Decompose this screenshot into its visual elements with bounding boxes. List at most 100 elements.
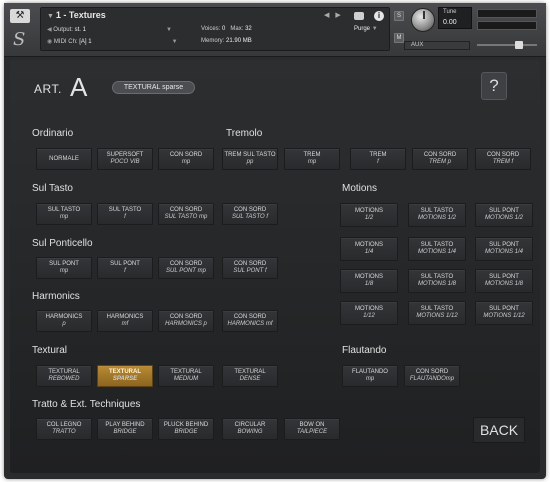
button-sublabel: 1/4 [364, 249, 374, 255]
articulation-button-motions-12[interactable]: SUL PONT MOTIONS 1/12 [475, 301, 533, 325]
button-sublabel: HARMONICS p [165, 321, 207, 327]
articulation-button-sul-ponticello-4[interactable]: CON SORD SUL PONT f [222, 257, 278, 279]
articulation-button-motions-5[interactable]: SUL TASTO MOTIONS 1/4 [408, 237, 466, 261]
button-label: BOW ON [299, 422, 325, 428]
articulation-button-sul-tasto-4[interactable]: CON SORD SUL TASTO f [222, 203, 278, 225]
tune-display: Tune 0.00 [438, 7, 472, 29]
articulation-button-sul-tasto-3[interactable]: CON SORD SUL TASTO mp [158, 203, 214, 225]
button-label: CIRCULAR [234, 422, 266, 428]
button-label: MOTIONS [355, 274, 383, 280]
aux-row[interactable]: AUX [404, 41, 470, 50]
button-sublabel: TRATTO [52, 429, 76, 435]
button-sublabel: 1/2 [364, 215, 374, 221]
articulation-button-ordinario-3[interactable]: CON SORD mp [158, 148, 214, 170]
button-sublabel: mp [59, 214, 69, 220]
button-sublabel: BOWING [237, 429, 263, 435]
wrench-icon[interactable]: ⚒ [10, 9, 30, 23]
button-label: TEXTURAL [109, 369, 141, 375]
articulation-button-textural-4[interactable]: TEXTURAL DENSE [222, 365, 278, 387]
articulation-button-tratto-2[interactable]: PLAY BEHIND BRIDGE [97, 418, 153, 440]
camera-icon[interactable] [354, 12, 364, 20]
articulation-button-tremolo-5[interactable]: CON SORD TREM f [475, 148, 531, 170]
articulation-button-motions-3[interactable]: SUL PONT MOTIONS 1/2 [475, 203, 533, 227]
articulation-button-sul-ponticello-2[interactable]: SUL PONT f [97, 257, 153, 279]
articulation-button-motions-11[interactable]: SUL TASTO MOTIONS 1/12 [408, 301, 466, 325]
articulation-button-sul-ponticello-3[interactable]: CON SORD SUL PONT mp [158, 257, 214, 279]
button-label: SUL PONT [489, 242, 519, 248]
button-sublabel: SPARSE [112, 376, 138, 382]
articulation-button-motions-4[interactable]: MOTIONS 1/4 [340, 237, 398, 261]
articulation-button-textural-1[interactable]: TEXTURAL REBOWED [36, 365, 92, 387]
button-sublabel: POCO VIB [110, 159, 140, 165]
level-meter-left [477, 9, 537, 18]
articulation-button-tremolo-1[interactable]: TREM SUL TASTO pp [222, 148, 278, 170]
articulation-button-motions-9[interactable]: SUL PONT MOTIONS 1/8 [475, 269, 533, 293]
button-label: CON SORD [486, 152, 520, 158]
button-label: SUL PONT [489, 274, 519, 280]
volume-slider[interactable] [477, 40, 537, 50]
articulation-button-tratto-1[interactable]: COL LEGNO TRATTO [36, 418, 92, 440]
midi-channel-selector[interactable]: ◉ MIDI Ch: [A] 1 ▼ [47, 38, 178, 45]
help-button[interactable]: ? [481, 72, 507, 100]
articulation-button-sul-ponticello-1[interactable]: SUL PONT mp [36, 257, 92, 279]
mute-button[interactable]: M [394, 33, 404, 43]
button-label: SUL PONT [489, 208, 519, 214]
purge-menu[interactable]: Purge ▼ [354, 26, 378, 32]
button-label: MOTIONS [355, 242, 383, 248]
articulation-button-textural-2[interactable]: TEXTURAL SPARSE [97, 365, 153, 387]
back-button[interactable]: BACK [473, 417, 525, 443]
button-label: CON SORD [233, 314, 267, 320]
articulation-button-tremolo-2[interactable]: TREM mp [284, 148, 340, 170]
articulation-button-textural-3[interactable]: TEXTURAL MEDIUM [158, 365, 214, 387]
articulation-button-tratto-3[interactable]: PLUCK BEHIND BRIDGE [158, 418, 214, 440]
button-sublabel: MOTIONS 1/8 [417, 281, 456, 287]
articulation-button-motions-7[interactable]: MOTIONS 1/8 [340, 269, 398, 293]
info-icon[interactable]: i [374, 11, 384, 21]
articulation-button-ordinario-2[interactable]: SUPERSOFT POCO VIB [97, 148, 153, 170]
articulation-button-tremolo-3[interactable]: TREM f [350, 148, 406, 170]
articulation-button-motions-1[interactable]: MOTIONS 1/2 [340, 203, 398, 227]
articulation-button-motions-2[interactable]: SUL TASTO MOTIONS 1/2 [408, 203, 466, 227]
button-sublabel: MOTIONS 1/2 [484, 215, 523, 221]
button-label: TEXTURAL [48, 369, 80, 375]
button-label: HARMONICS [106, 314, 144, 320]
articulation-button-flautando-1[interactable]: FLAUTANDO mp [342, 365, 398, 387]
button-sublabel: MOTIONS 1/2 [417, 215, 456, 221]
articulation-button-motions-6[interactable]: SUL PONT MOTIONS 1/4 [475, 237, 533, 261]
button-label: CON SORD [169, 314, 203, 320]
button-label: SUL TASTO [420, 306, 454, 312]
button-label: CON SORD [423, 152, 457, 158]
articulation-button-motions-10[interactable]: MOTIONS 1/12 [340, 301, 398, 325]
articulation-button-flautando-2[interactable]: CON SORD FLAUTANDOmp [404, 365, 460, 387]
instrument-title[interactable]: ▼ 1 - Textures [47, 10, 106, 20]
section-tratto: Tratto & Ext. Techniques [32, 399, 141, 410]
articulation-button-motions-8[interactable]: SUL TASTO MOTIONS 1/8 [408, 269, 466, 293]
output-selector[interactable]: ◀ Output: st. 1 ▼ [47, 26, 172, 33]
articulation-button-tratto-4[interactable]: CIRCULAR BOWING [222, 418, 278, 440]
instrument-nav-arrows[interactable]: ◀▶ [324, 11, 347, 19]
button-label: COL LEGNO [46, 422, 82, 428]
articulation-button-harmonics-4[interactable]: CON SORD HARMONICS mf [222, 310, 278, 332]
button-sublabel: pp [246, 159, 254, 165]
articulation-button-tratto-5[interactable]: BOW ON TAILPIECE [284, 418, 340, 440]
articulation-button-harmonics-2[interactable]: HARMONICS mf [97, 310, 153, 332]
articulation-button-harmonics-1[interactable]: HARMONICS p [36, 310, 92, 332]
tune-knob-icon[interactable] [411, 8, 435, 32]
button-sublabel: TAILPIECE [296, 429, 328, 435]
button-label: CON SORD [169, 207, 203, 213]
button-sublabel: MOTIONS 1/12 [483, 313, 525, 319]
solo-button[interactable]: S [394, 11, 404, 21]
articulation-label: ART. [34, 82, 62, 96]
articulation-button-ordinario-1[interactable]: NORMALE [36, 148, 92, 170]
button-sublabel: mp [59, 268, 69, 274]
articulation-button-tremolo-4[interactable]: CON SORD TREM p [412, 148, 468, 170]
articulation-button-harmonics-3[interactable]: CON SORD HARMONICS p [158, 310, 214, 332]
articulation-button-sul-tasto-1[interactable]: SUL TASTO mp [36, 203, 92, 225]
button-sublabel: TREM p [428, 159, 451, 165]
articulation-button-sul-tasto-2[interactable]: SUL TASTO f [97, 203, 153, 225]
button-label: SUL PONT [489, 306, 519, 312]
articulation-preset-display[interactable]: TEXTURAL sparse [112, 81, 195, 94]
kontakt-window: ⚒ S ▼ 1 - Textures ◀ Output: st. 1 ▼ ◉ MI… [4, 3, 546, 479]
button-sublabel: f [124, 268, 126, 274]
section-flautando: Flautando [342, 345, 387, 356]
